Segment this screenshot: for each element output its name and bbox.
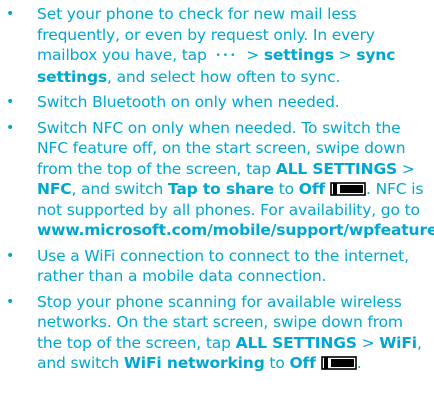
tip-item: • Switch NFC on only when needed. To swit… — [0, 118, 434, 241]
document-page: • Set your phone to check for new mail le… — [0, 0, 434, 405]
tip-item: • Use a WiFi connection to connect to the… — [0, 246, 428, 287]
tip-item: • Set your phone to check for new mail le… — [0, 4, 428, 87]
emphasis-text: WiFi networking — [123, 354, 265, 372]
emphasis-text: ALL SETTINGS — [275, 159, 398, 178]
body-text: Use a WiFi connection to connect to the … — [37, 246, 409, 286]
body-text: , and select how often to sync. — [107, 67, 341, 86]
emphasis-text: Tap to share — [167, 180, 274, 198]
emphasis-text: settings — [263, 46, 334, 64]
bullet-marker: • — [6, 6, 15, 22]
body-text: > — [241, 46, 264, 64]
tip-item: • Switch Bluetooth on only when needed. — [0, 92, 428, 113]
body-text: > — [333, 46, 357, 64]
body-text: , and switch — [71, 180, 168, 198]
body-text: to — [264, 354, 290, 372]
bullet-marker: • — [6, 94, 15, 110]
bullet-marker: • — [6, 247, 15, 264]
body-text: Switch Bluetooth on only when needed. — [37, 93, 340, 111]
toggle-off-icon — [320, 356, 357, 370]
body-text: > — [397, 159, 415, 178]
body-text: to — [273, 180, 299, 198]
body-text: > — [356, 333, 380, 352]
emphasis-text: ALL SETTINGS — [235, 333, 357, 352]
toggle-off-icon — [330, 182, 366, 196]
emphasis-text: Off — [298, 180, 326, 198]
emphasis-text: NFC — [37, 180, 72, 198]
bullet-marker: • — [6, 293, 15, 310]
battery-tips-list: • Set your phone to check for new mail le… — [0, 0, 434, 374]
tip-item: • Stop your phone scanning for available … — [0, 292, 428, 374]
emphasis-text: WiFi — [379, 333, 417, 352]
bullet-marker: • — [6, 119, 15, 136]
emphasis-text: Off — [289, 354, 316, 372]
emphasis-text: www.microsoft.com/mobile/support/wpfeatu… — [37, 221, 434, 239]
body-text: . — [356, 354, 362, 372]
more-dots-icon: ••• — [215, 51, 238, 61]
